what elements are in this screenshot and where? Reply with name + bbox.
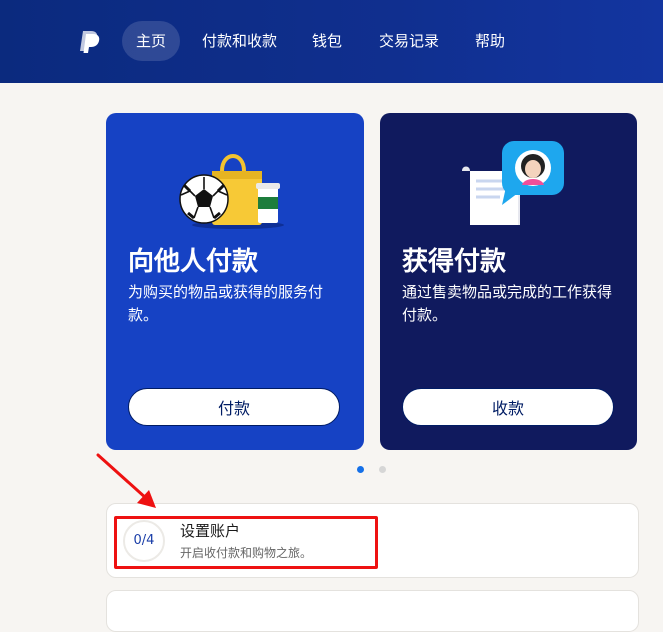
nav-transactions[interactable]: 交易记录 (365, 21, 453, 61)
nav-help[interactable]: 帮助 (461, 21, 519, 61)
nav-home[interactable]: 主页 (122, 21, 181, 61)
send-money-card[interactable]: 向他人付款 为购买的物品或获得的服务付款。 付款 (106, 113, 364, 450)
carousel-dot-2[interactable] (379, 466, 386, 473)
next-card (106, 590, 639, 632)
receive-money-title: 获得付款 (402, 247, 507, 277)
pay-button[interactable]: 付款 (128, 388, 340, 426)
send-money-title: 向他人付款 (128, 247, 259, 277)
nav-wallet[interactable]: 钱包 (298, 21, 356, 61)
receive-money-description: 通过售卖物品或完成的工作获得付款。 (402, 283, 613, 324)
highlight-box (114, 516, 378, 569)
nav-pay-and-receive[interactable]: 付款和收款 (188, 21, 291, 61)
red-arrow-icon (96, 453, 156, 508)
shopping-bag-soccer-ball-icon (179, 154, 284, 229)
invoice-avatar-chat-icon (462, 141, 564, 225)
send-money-description: 为购买的物品或获得的服务付款。 (128, 283, 324, 324)
receive-money-card[interactable]: 获得付款 通过售卖物品或完成的工作获得付款。 收款 (380, 113, 637, 450)
receive-button[interactable]: 收款 (402, 388, 614, 426)
top-navigation-bar: 主页 付款和收款 钱包 交易记录 帮助 (0, 0, 663, 83)
paypal-logo-icon[interactable] (76, 28, 102, 54)
carousel-dot-1[interactable] (357, 466, 364, 473)
